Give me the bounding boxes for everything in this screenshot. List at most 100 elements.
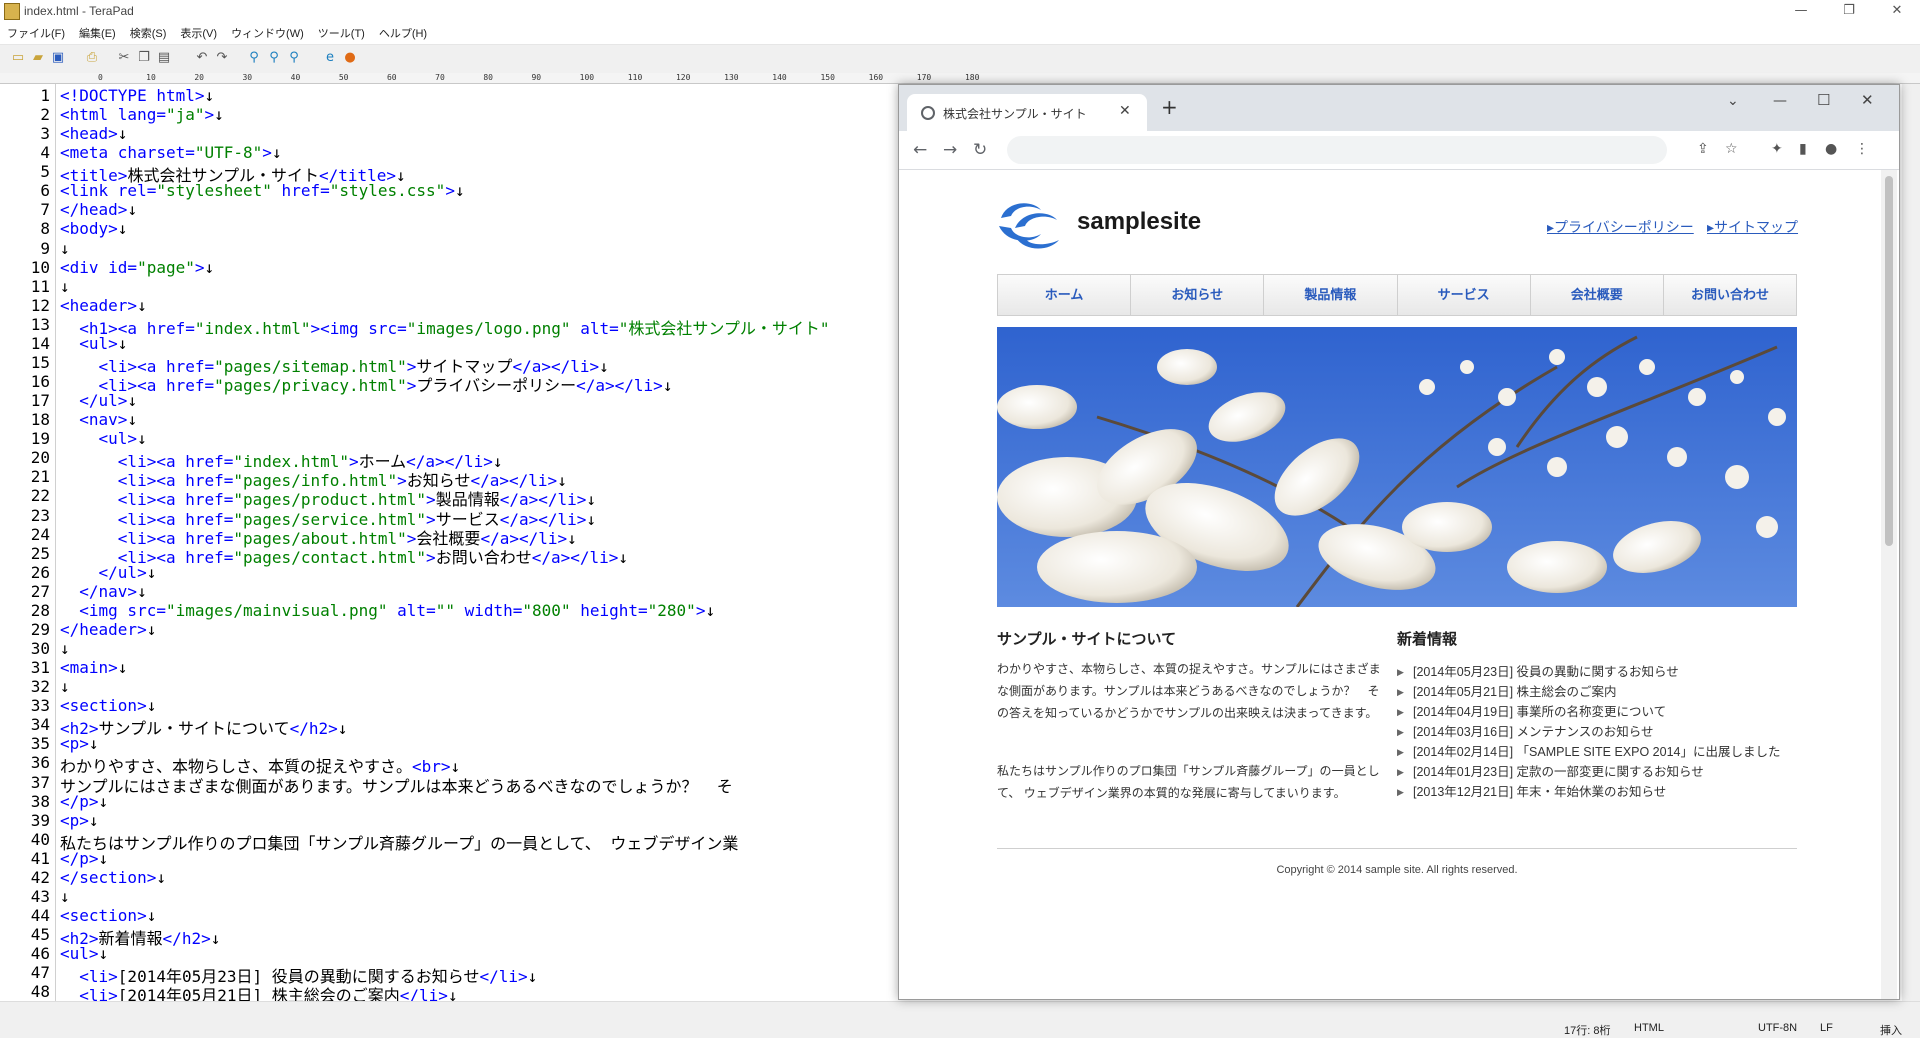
back-arrow-icon[interactable]: ← [913, 140, 927, 160]
browser-vertical-scrollbar[interactable] [1881, 170, 1897, 999]
news-list: [2014年05月23日] 役員の異動に関するお知らせ [2014年05月21日… [1397, 662, 1797, 802]
code-line[interactable]: ↓ [60, 639, 70, 658]
menu-tools[interactable]: ツール(T) [311, 22, 372, 41]
side-panel-icon[interactable]: ▮ [1799, 141, 1807, 157]
tab-search-chevron-icon[interactable]: ⌄ [1727, 93, 1739, 109]
code-line[interactable]: ↓ [60, 677, 70, 696]
text-editor[interactable]: 1 <!DOCTYPE html>↓ 2 <html lang="ja">↓ 3 <hea… [0, 84, 900, 1001]
code-line[interactable]: </ul>↓ [60, 563, 157, 582]
browser-tab[interactable]: 株式会社サンプル・サイト ✕ [907, 94, 1147, 131]
minimize-button[interactable]: — [1778, 0, 1824, 22]
code-line[interactable]: </p>↓ [60, 792, 108, 811]
code-line[interactable]: <html lang="ja">↓ [60, 105, 224, 124]
redo-icon[interactable]: ↷ [214, 50, 230, 66]
forward-arrow-icon[interactable]: → [943, 140, 957, 160]
browser-maximize-button[interactable]: ☐ [1817, 91, 1830, 109]
menu-search[interactable]: 検索(S) [123, 22, 174, 41]
menu-file[interactable]: ファイル(F) [0, 22, 72, 41]
search-icon[interactable]: ⚲ [246, 50, 262, 66]
address-bar[interactable] [1007, 136, 1667, 164]
code-line[interactable]: <ul>↓ [60, 944, 108, 963]
code-line[interactable]: <head>↓ [60, 124, 127, 143]
nav-info[interactable]: お知らせ [1131, 275, 1265, 315]
profile-avatar-icon[interactable]: ● [1825, 141, 1837, 157]
copy-icon[interactable]: ❐ [136, 50, 152, 66]
share-icon[interactable]: ⇪ [1697, 141, 1709, 157]
code-line[interactable]: ↓ [60, 277, 70, 296]
code-line[interactable]: <meta charset="UTF-8">↓ [60, 143, 282, 162]
menu-help[interactable]: ヘルプ(H) [372, 22, 434, 41]
line-number: 46 [30, 944, 50, 964]
reload-icon[interactable]: ↻ [973, 140, 987, 160]
open-folder-icon[interactable]: ▰ [30, 50, 46, 66]
code-line[interactable]: <section>↓ [60, 906, 156, 925]
code-line[interactable]: <link rel="stylesheet" href="styles.css"… [60, 181, 465, 200]
scrollbar-thumb[interactable] [1885, 176, 1893, 546]
nav-contact[interactable]: お問い合わせ [1664, 275, 1796, 315]
code-line[interactable]: <nav>↓ [60, 410, 137, 429]
restore-button[interactable]: ❐ [1826, 0, 1872, 22]
about-heading: サンプル・サイトについて [997, 631, 1177, 648]
browser-window: 株式会社サンプル・サイト ✕ + ⌄ — ☐ ✕ ← → ↻ ⇪ ☆ ✦ ▮ ●… [898, 84, 1900, 1000]
nav-about[interactable]: 会社概要 [1531, 275, 1664, 315]
new-tab-icon[interactable]: + [1161, 95, 1178, 119]
code-line[interactable]: <li>[2014年05月21日] 株主総会のご案内</li>↓ [60, 982, 457, 1001]
replace-icon[interactable]: ⚲ [286, 50, 302, 66]
code-line[interactable]: <!DOCTYPE html>↓ [60, 86, 214, 105]
code-line[interactable]: <p>↓ [60, 811, 99, 830]
nav-products[interactable]: 製品情報 [1264, 275, 1398, 315]
menu-view[interactable]: 表示(V) [173, 22, 224, 41]
browser-close-button[interactable]: ✕ [1861, 91, 1874, 109]
code-line[interactable]: <h2>サンプル・サイトについて</h2>↓ [60, 715, 347, 739]
status-encoding: UTF-8N [1758, 1022, 1798, 1034]
nav-services[interactable]: サービス [1398, 275, 1531, 315]
code-line[interactable]: <header>↓ [60, 296, 147, 315]
more-menu-icon[interactable]: ⋮ [1855, 141, 1869, 157]
nav-home[interactable]: ホーム [998, 275, 1132, 315]
privacy-policy-link[interactable]: ▸プライバシーポリシー [1547, 217, 1694, 237]
code-line[interactable]: <section>↓ [60, 696, 156, 715]
code-line[interactable]: <ul>↓ [60, 334, 127, 353]
line-number: 2 [40, 105, 50, 125]
extensions-puzzle-icon[interactable]: ✦ [1771, 141, 1783, 157]
browser-preview-ie-icon[interactable]: e [322, 50, 338, 66]
code-line[interactable]: <h1><a href="index.html"><img src="image… [60, 315, 829, 339]
web-page: samplesite ▸プライバシーポリシー ▸サイトマップ ホーム お知らせ … [899, 170, 1899, 999]
code-line[interactable]: <body>↓ [60, 219, 127, 238]
code-line[interactable]: </nav>↓ [60, 582, 146, 601]
code-line[interactable]: <div id="page">↓ [60, 258, 214, 277]
cut-icon[interactable]: ✂ [116, 50, 132, 66]
browser-minimize-button[interactable]: — [1773, 93, 1787, 109]
paste-icon[interactable]: ▤ [156, 50, 172, 66]
code-line[interactable]: ↓ [60, 239, 70, 258]
code-line[interactable]: <li><a href="pages/privacy.html">プライバシーポ… [60, 372, 673, 396]
code-line[interactable]: 私たちはサンプル作りのプロ集団「サンプル斉藤グループ」の一員として、 ウェブデザ… [60, 830, 738, 854]
search-next-icon[interactable]: ⚲ [266, 50, 282, 66]
save-icon[interactable]: ▣ [50, 50, 66, 66]
editor-horizontal-scrollbar[interactable] [0, 1001, 1920, 1019]
editor-vertical-scrollbar[interactable] [1902, 84, 1920, 1001]
code-line[interactable]: <ul>↓ [60, 429, 147, 448]
code-line[interactable]: </header>↓ [60, 620, 156, 639]
code-line[interactable]: <main>↓ [60, 658, 127, 677]
code-line[interactable]: サンプルにはさまざまな側面があります。サンプルは本来どうあるべきなのでしょうか？… [60, 773, 733, 797]
code-line[interactable]: <p>↓ [60, 734, 99, 753]
menu-edit[interactable]: 編集(E) [72, 22, 123, 41]
undo-icon[interactable]: ↶ [194, 50, 210, 66]
tab-close-icon[interactable]: ✕ [1119, 103, 1131, 119]
code-line[interactable]: ↓ [60, 887, 70, 906]
line-number: 14 [30, 333, 50, 353]
bookmark-star-icon[interactable]: ☆ [1725, 141, 1738, 157]
code-line[interactable]: </ul>↓ [60, 391, 137, 410]
close-button[interactable]: ✕ [1874, 0, 1920, 22]
code-line[interactable]: <img src="images/mainvisual.png" alt="" … [60, 601, 715, 620]
code-line[interactable]: </p>↓ [60, 849, 108, 868]
new-file-icon[interactable]: ▭ [10, 50, 26, 66]
print-icon[interactable]: ⎙ [84, 50, 100, 66]
code-line[interactable]: </section>↓ [60, 868, 166, 887]
menu-window[interactable]: ウィンドウ(W) [224, 22, 311, 41]
sitemap-link[interactable]: ▸サイトマップ [1707, 217, 1798, 237]
code-line[interactable]: </head>↓ [60, 200, 137, 219]
line-number: 43 [30, 886, 50, 906]
browser-preview-firefox-icon[interactable]: ● [342, 50, 358, 66]
